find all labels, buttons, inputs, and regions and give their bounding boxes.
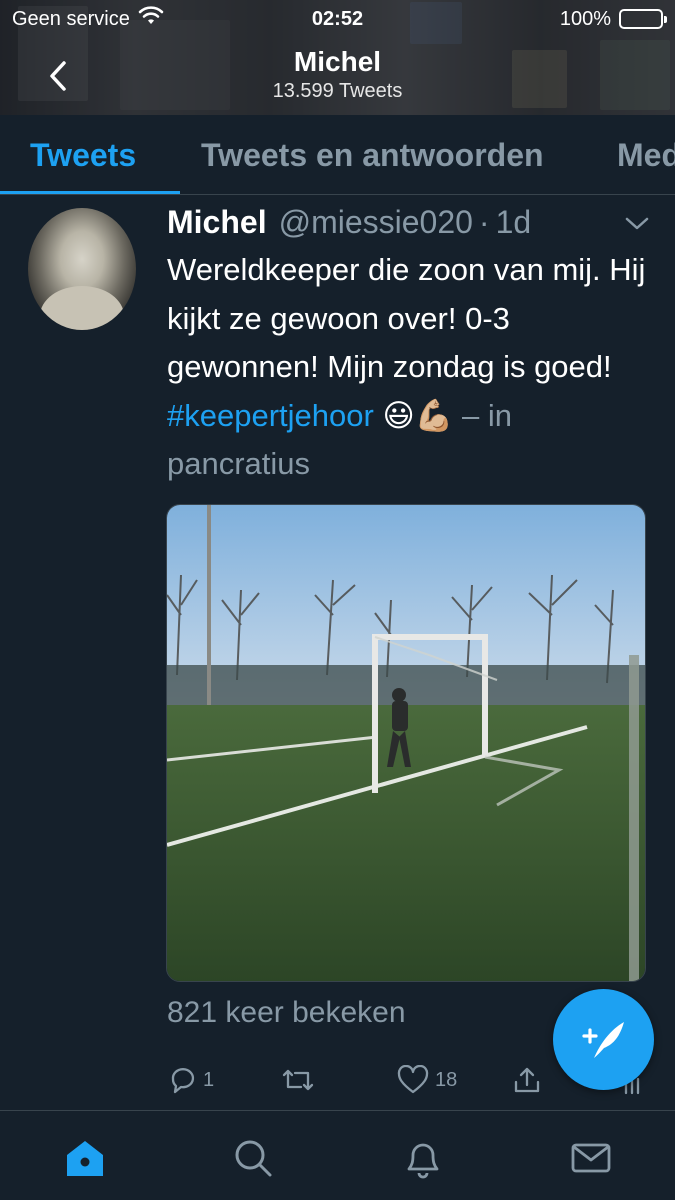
tweet-separator: · xyxy=(478,203,490,240)
battery-percent: 100% xyxy=(559,7,611,30)
avatar-figure xyxy=(40,286,124,330)
battery-icon xyxy=(619,9,667,29)
tab-tweets-and-replies[interactable]: Tweets en antwoorden xyxy=(201,115,544,194)
tweet-count: 13.599 Tweets xyxy=(272,80,403,102)
retweet-button[interactable] xyxy=(281,1060,321,1100)
page-title: Michel xyxy=(293,46,382,77)
tweet-author-name[interactable]: Michel xyxy=(167,204,267,241)
reply-count: 1 xyxy=(203,1068,215,1091)
tweet-timestamp: 1d xyxy=(495,203,532,240)
wifi-icon xyxy=(138,6,164,32)
bell-icon xyxy=(407,1143,439,1179)
retweet-icon xyxy=(282,1069,314,1091)
tweet-text: Wereldkeeper die zoon van mij. Hij kijkt… xyxy=(167,246,657,489)
home-icon xyxy=(67,1141,103,1176)
like-button[interactable]: 18 xyxy=(397,1060,457,1100)
mail-icon xyxy=(571,1143,611,1173)
hashtag-link[interactable]: #keepertjehoor xyxy=(167,398,374,433)
reply-button[interactable]: 1 xyxy=(167,1060,214,1100)
nav-search[interactable] xyxy=(228,1133,278,1183)
chevron-down-icon xyxy=(625,217,649,230)
tweet-menu-button[interactable] xyxy=(622,208,652,238)
tweet-body: Wereldkeeper die zoon van mij. Hij kijkt… xyxy=(167,252,646,384)
nav-notifications[interactable] xyxy=(398,1133,448,1183)
reply-icon xyxy=(171,1068,195,1094)
bottom-navigation xyxy=(0,1110,675,1200)
video-thumbnail xyxy=(167,505,645,981)
avatar[interactable] xyxy=(28,208,136,330)
tweet-author-handle[interactable]: @miessie020 xyxy=(279,204,473,241)
share-icon xyxy=(514,1067,540,1093)
nav-home[interactable] xyxy=(60,1133,110,1183)
tweet-header: Michel @miessie020 · 1d xyxy=(167,200,531,244)
profile-header: Geen service 02:52 100% Michel 13.599 Tw… xyxy=(0,0,675,115)
nav-messages[interactable] xyxy=(566,1133,616,1183)
heart-icon xyxy=(397,1065,429,1094)
compose-tweet-button[interactable] xyxy=(553,989,654,1090)
like-count: 18 xyxy=(435,1068,458,1091)
profile-tabs: Tweets Tweets en antwoorden Media xyxy=(0,115,675,195)
search-icon xyxy=(235,1140,272,1177)
tweet-video[interactable] xyxy=(166,504,646,982)
tweet-emoji: 😃💪🏼 xyxy=(373,397,462,433)
compose-tweet-icon xyxy=(581,1021,624,1058)
view-count: 821 keer bekeken xyxy=(167,996,406,1029)
share-button[interactable] xyxy=(512,1060,542,1100)
active-tab-indicator xyxy=(0,191,180,194)
tab-media[interactable]: Media xyxy=(617,115,675,194)
carrier-label: Geen service xyxy=(12,7,130,30)
status-bar: Geen service 02:52 100% xyxy=(0,0,675,38)
tab-tweets[interactable]: Tweets xyxy=(30,115,136,194)
